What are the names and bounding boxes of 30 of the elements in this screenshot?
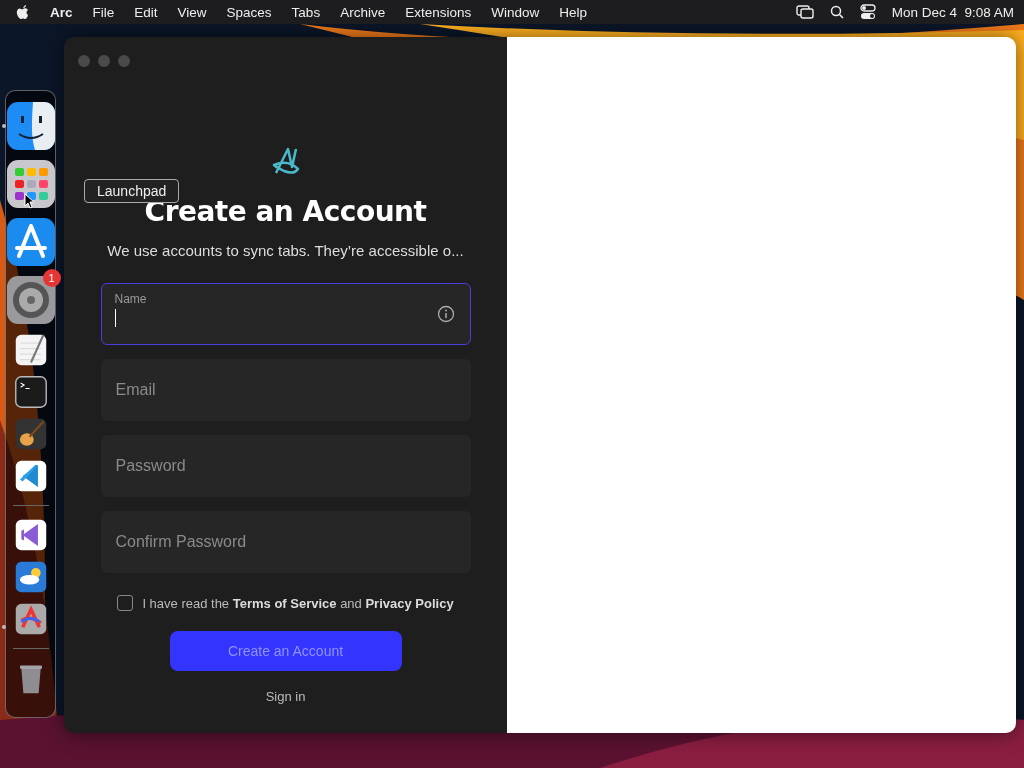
settings-app-icon[interactable] xyxy=(4,274,57,326)
menu-item[interactable]: Archive xyxy=(340,4,386,20)
text-input-field[interactable]: Email xyxy=(100,359,471,421)
text-input-field[interactable] xyxy=(100,283,471,345)
finder-app-icon[interactable] xyxy=(4,100,57,152)
text-input-field[interactable]: Password xyxy=(100,435,471,497)
menu-item[interactable]: Spaces xyxy=(226,4,272,20)
terms-checkbox[interactable] xyxy=(117,595,134,611)
menu-item[interactable]: Extensions xyxy=(405,4,472,20)
control-center-icon[interactable] xyxy=(859,4,876,20)
field-label: Name xyxy=(114,292,147,306)
menu-item[interactable]: View xyxy=(177,4,207,20)
menu-item[interactable]: Tabs xyxy=(291,4,321,20)
menu-item[interactable]: Help xyxy=(559,4,587,20)
menu-app-name[interactable]: Arc xyxy=(50,4,73,20)
terminal-app-icon[interactable] xyxy=(12,374,49,410)
mouse-pointer-icon xyxy=(24,193,34,209)
menu-item[interactable]: Window xyxy=(491,4,540,20)
menu-item[interactable]: Edit xyxy=(134,4,158,20)
menu-clock[interactable]: Mon Dec 4 9:08 AM xyxy=(891,4,1014,20)
info-icon[interactable] xyxy=(436,305,455,323)
text-input-field[interactable]: Confirm Password xyxy=(100,511,471,573)
windows-icon[interactable] xyxy=(795,5,814,19)
terms-text: I have read the Terms of Service and Privacy Policy xyxy=(142,595,454,611)
apple-logo-icon[interactable] xyxy=(16,4,30,20)
search-icon[interactable] xyxy=(829,5,844,19)
appstore-app-icon[interactable] xyxy=(4,216,57,268)
menu-item[interactable]: File xyxy=(92,4,115,20)
sign-in-link[interactable]: Sign in xyxy=(259,688,312,705)
subtitle-text: We use accounts to sync tabs. They’re accessible o... xyxy=(107,242,464,259)
